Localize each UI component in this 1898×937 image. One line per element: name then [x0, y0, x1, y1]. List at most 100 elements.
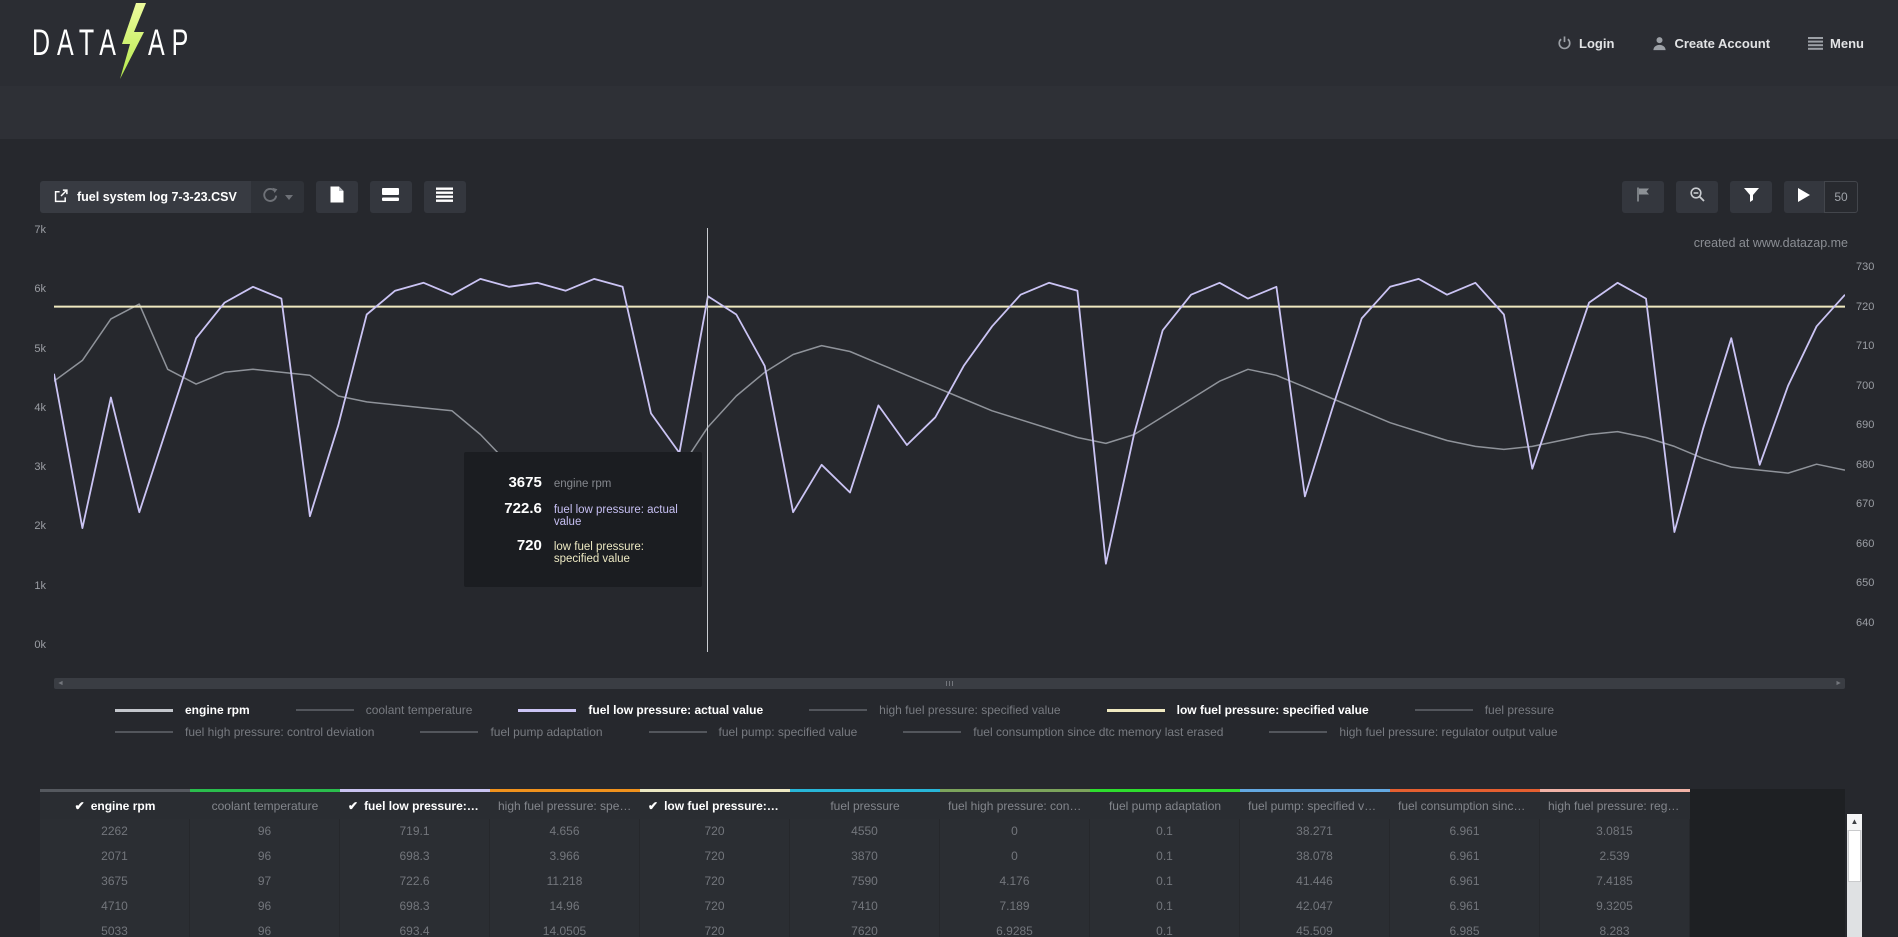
table-cell: 11.218 — [490, 869, 640, 894]
table-cell: 720 — [640, 844, 790, 869]
tooltip-label: low fuel pressure: specified value — [554, 541, 684, 565]
column-header-coolant-temperature[interactable]: coolant temperature — [190, 789, 340, 819]
legend-label: fuel high pressure: control deviation — [185, 725, 374, 739]
column-header-high-fuel-pressure-specified-value[interactable]: high fuel pressure: specified value — [490, 789, 640, 819]
create-account-button[interactable]: Create Account — [1652, 36, 1770, 51]
page-size-input[interactable] — [1824, 181, 1858, 213]
legend-swatch — [115, 709, 173, 712]
zoom-out-button[interactable] — [1676, 181, 1718, 213]
legend-swatch — [1107, 709, 1165, 712]
table-cell: 2.539 — [1540, 844, 1690, 869]
chart-horizontal-scrollbar[interactable]: ◄ ► — [54, 678, 1845, 689]
left-axis-tick: 7k — [34, 224, 46, 236]
table-cell: 6.985 — [1390, 919, 1540, 937]
flag-icon — [1636, 187, 1651, 207]
table-cell: 0.1 — [1090, 819, 1240, 844]
legend-item-fuel-pump-adaptation[interactable]: fuel pump adaptation — [420, 724, 602, 740]
column-header-fuel-pressure[interactable]: fuel pressure — [790, 789, 940, 819]
legend-item-high-fuel-pressure-specified-value[interactable]: high fuel pressure: specified value — [809, 702, 1060, 718]
column-header-label: coolant temperature — [212, 799, 319, 813]
filter-button[interactable] — [1730, 181, 1772, 213]
table-cell: 7620 — [790, 919, 940, 937]
column-header-fuel-pump-specified-value[interactable]: fuel pump: specified value — [1240, 789, 1390, 819]
login-button[interactable]: Login — [1557, 36, 1614, 51]
play-icon — [1798, 188, 1810, 207]
table-cell: 5033 — [40, 919, 190, 937]
left-axis-tick: 4k — [34, 402, 46, 414]
legend-item-fuel-high-pressure-control-deviation[interactable]: fuel high pressure: control deviation — [115, 724, 374, 740]
chart-legend: engine rpm coolant temperature fuel low pr… — [115, 702, 1788, 740]
column-header-low-fuel-pressure-specified-value[interactable]: ✔low fuel pressure: specified value — [640, 789, 790, 819]
legend-swatch — [518, 709, 576, 712]
table-cell: 7590 — [790, 869, 940, 894]
column-header-label: low fuel pressure: specified value — [664, 799, 782, 813]
table-cell: 8.283 — [1540, 919, 1690, 937]
legend-item-high-fuel-pressure-regulator-output-value[interactable]: high fuel pressure: regulator output val… — [1269, 724, 1557, 740]
legend-item-engine-rpm[interactable]: engine rpm — [115, 702, 250, 718]
right-axis-tick: 700 — [1856, 380, 1874, 392]
legend-item-fuel-pump-specified-value[interactable]: fuel pump: specified value — [649, 724, 858, 740]
table-cell: 9.3205 — [1540, 894, 1690, 919]
column-header-label: fuel pump adaptation — [1109, 799, 1221, 813]
legend-item-fuel-low-pressure-actual-value[interactable]: fuel low pressure: actual value — [518, 702, 763, 718]
table-cell: 45.509 — [1240, 919, 1390, 937]
column-header-fuel-low-pressure-actual-value[interactable]: ✔fuel low pressure: actual value — [340, 789, 490, 819]
power-icon — [1557, 36, 1572, 51]
legend-item-low-fuel-pressure-specified-value[interactable]: low fuel pressure: specified value — [1107, 702, 1369, 718]
table-cell: 693.4 — [340, 919, 490, 937]
legend-item-fuel-consumption-since-dtc-memory-last-erased[interactable]: fuel consumption since dtc memory last e… — [903, 724, 1223, 740]
table-cell: 719.1 — [340, 819, 490, 844]
table-cell: 2262 — [40, 819, 190, 844]
table-cell: 3.0815 — [1540, 819, 1690, 844]
lightning-bolt-icon — [119, 3, 147, 84]
data-table: ✔engine rpm coolant temperature ✔fuel low … — [40, 789, 1845, 937]
column-header-fuel-high-pressure-control-deviation[interactable]: fuel high pressure: control deviation — [940, 789, 1090, 819]
scroll-left-icon[interactable]: ◄ — [57, 678, 64, 689]
column-header-high-fuel-pressure-regulator-output-value[interactable]: high fuel pressure: regulator output val… — [1540, 789, 1690, 819]
scroll-up-icon[interactable]: ▲ — [1847, 814, 1862, 830]
refresh-button[interactable] — [251, 181, 304, 213]
column-header-label: fuel pressure — [830, 799, 899, 813]
plot-area[interactable] — [54, 228, 1845, 655]
legend-swatch — [420, 731, 478, 733]
table-cell: 2071 — [40, 844, 190, 869]
legend-swatch — [115, 731, 173, 733]
table-cell: 96 — [190, 844, 340, 869]
scrollbar-grip[interactable] — [946, 681, 953, 686]
table-row-filler — [1690, 819, 1845, 844]
play-button[interactable] — [1784, 181, 1824, 213]
table-vertical-scrollbar[interactable]: ▲ — [1847, 814, 1862, 937]
menu-label: Menu — [1830, 36, 1864, 51]
table-row: 471096698.314.9672074107.1890.142.0476.9… — [40, 894, 1845, 919]
tooltip-label: engine rpm — [554, 478, 612, 490]
flag-button[interactable] — [1622, 181, 1664, 213]
column-header-fuel-pump-adaptation[interactable]: fuel pump adaptation — [1090, 789, 1240, 819]
scroll-right-icon[interactable]: ► — [1835, 678, 1842, 689]
legend-label: fuel consumption since dtc memory last e… — [973, 725, 1223, 739]
table-cell: 7410 — [790, 894, 940, 919]
new-document-button[interactable] — [316, 181, 358, 213]
tooltip-row: 3675engine rpm — [476, 474, 684, 491]
table-cell: 6.9285 — [940, 919, 1090, 937]
scrollbar-thumb[interactable] — [1848, 830, 1861, 882]
datazap-logo[interactable]: DATA AP — [32, 8, 195, 78]
right-axis-tick: 680 — [1856, 459, 1874, 471]
menu-button[interactable]: Menu — [1808, 36, 1864, 51]
column-header-fuel-consumption-since-dtc-memory-last-erased[interactable]: fuel consumption since dtc memory last e… — [1390, 789, 1540, 819]
chart-view-icon — [382, 187, 399, 207]
column-header-engine-rpm[interactable]: ✔engine rpm — [40, 789, 190, 819]
table-row-filler — [1690, 869, 1845, 894]
legend-item-coolant-temperature[interactable]: coolant temperature — [296, 702, 473, 718]
play-group — [1784, 181, 1858, 213]
right-axis-tick: 720 — [1856, 301, 1874, 313]
right-axis: 730720710700690680670660650640 — [1856, 228, 1898, 655]
user-icon — [1652, 36, 1667, 51]
left-axis-tick: 6k — [34, 283, 46, 295]
table-cell: 0 — [940, 844, 1090, 869]
chart-view-button[interactable] — [370, 181, 412, 213]
column-header-label: fuel pump: specified value — [1248, 799, 1382, 813]
table-row: 226296719.14.656720455000.138.2716.9613.… — [40, 819, 1845, 844]
log-file-button[interactable]: fuel system log 7-3-23.CSV — [40, 181, 251, 213]
table-view-button[interactable] — [424, 181, 466, 213]
legend-item-fuel-pressure[interactable]: fuel pressure — [1415, 702, 1554, 718]
